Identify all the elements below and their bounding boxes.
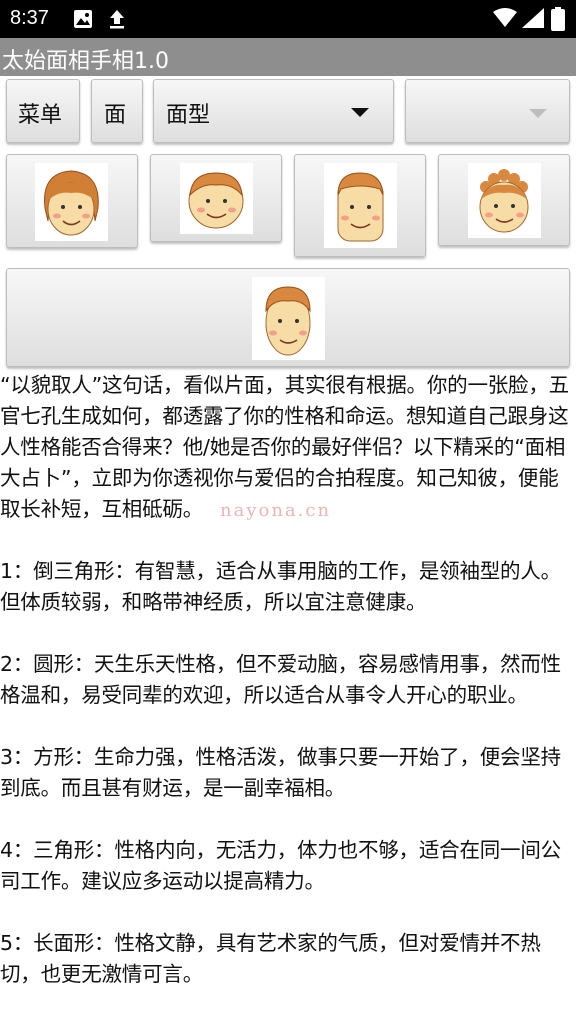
face-option-button-1[interactable] — [6, 154, 138, 248]
article-text: “以貌取人”这句话，看似片面，其实很有根据。你的一张脸，五官七孔生成如何，都透露… — [0, 370, 576, 1021]
face-type-paragraph-3: 3：方形：生命力强，性格活泼，做事只要一开始了，便会坚持到底。而且甚有财运，是一… — [0, 745, 561, 800]
face-type-paragraph-2: 2：圆形：天生乐天性格，但不爱动脑，容易感情用事，然而性格温和，易受同辈的欢迎，… — [0, 652, 561, 707]
secondary-select[interactable] — [405, 79, 570, 143]
face-square-icon — [324, 163, 397, 248]
face-shape-select-value: 面型 — [166, 103, 211, 128]
status-time: 8:37 — [10, 7, 49, 29]
face-bob-hair-icon — [35, 163, 108, 241]
face-option-button-3[interactable] — [294, 154, 426, 257]
menu-button-label: 菜单 — [18, 103, 63, 128]
face-option-button-2[interactable] — [150, 154, 282, 242]
dropdown-arrow-disabled-icon — [529, 109, 547, 118]
face-round-icon — [180, 163, 253, 234]
face-type-paragraph-1: 1：倒三角形：有智慧，适合从事用脑的工作，是领袖型的人。但体质较弱，和略带神经质… — [0, 559, 561, 614]
face-type-paragraph-4: 4：三角形：性格内向，无活力，体力也不够，适合在同一间公司工作。建议应多运动以提… — [0, 838, 561, 893]
battery-icon — [551, 7, 565, 35]
dropdown-arrow-icon — [351, 108, 369, 117]
image-icon — [73, 9, 93, 33]
app-title: 太始面相手相1.0 — [2, 49, 169, 74]
upload-icon — [108, 9, 126, 33]
face-button[interactable]: 面 — [91, 79, 143, 143]
wifi-icon — [493, 8, 517, 32]
face-shape-select[interactable]: 面型 — [153, 79, 394, 143]
status-bar: 8:37 — [0, 0, 576, 38]
menu-button[interactable]: 菜单 — [6, 79, 80, 143]
face-long-icon — [252, 277, 325, 360]
face-option-button-4[interactable] — [438, 154, 570, 246]
face-option-button-5[interactable] — [6, 268, 570, 367]
face-type-paragraph-5: 5：长面形：性格文静，具有艺术家的气质，但对爱情并不热切，也更无激情可言。 — [0, 931, 541, 986]
watermark: nayona.cn — [220, 500, 332, 521]
signal-icon — [522, 8, 544, 32]
face-curly-hair-icon — [468, 163, 541, 238]
app-title-bar: 太始面相手相1.0 — [0, 38, 576, 76]
face-button-label: 面 — [104, 103, 127, 128]
